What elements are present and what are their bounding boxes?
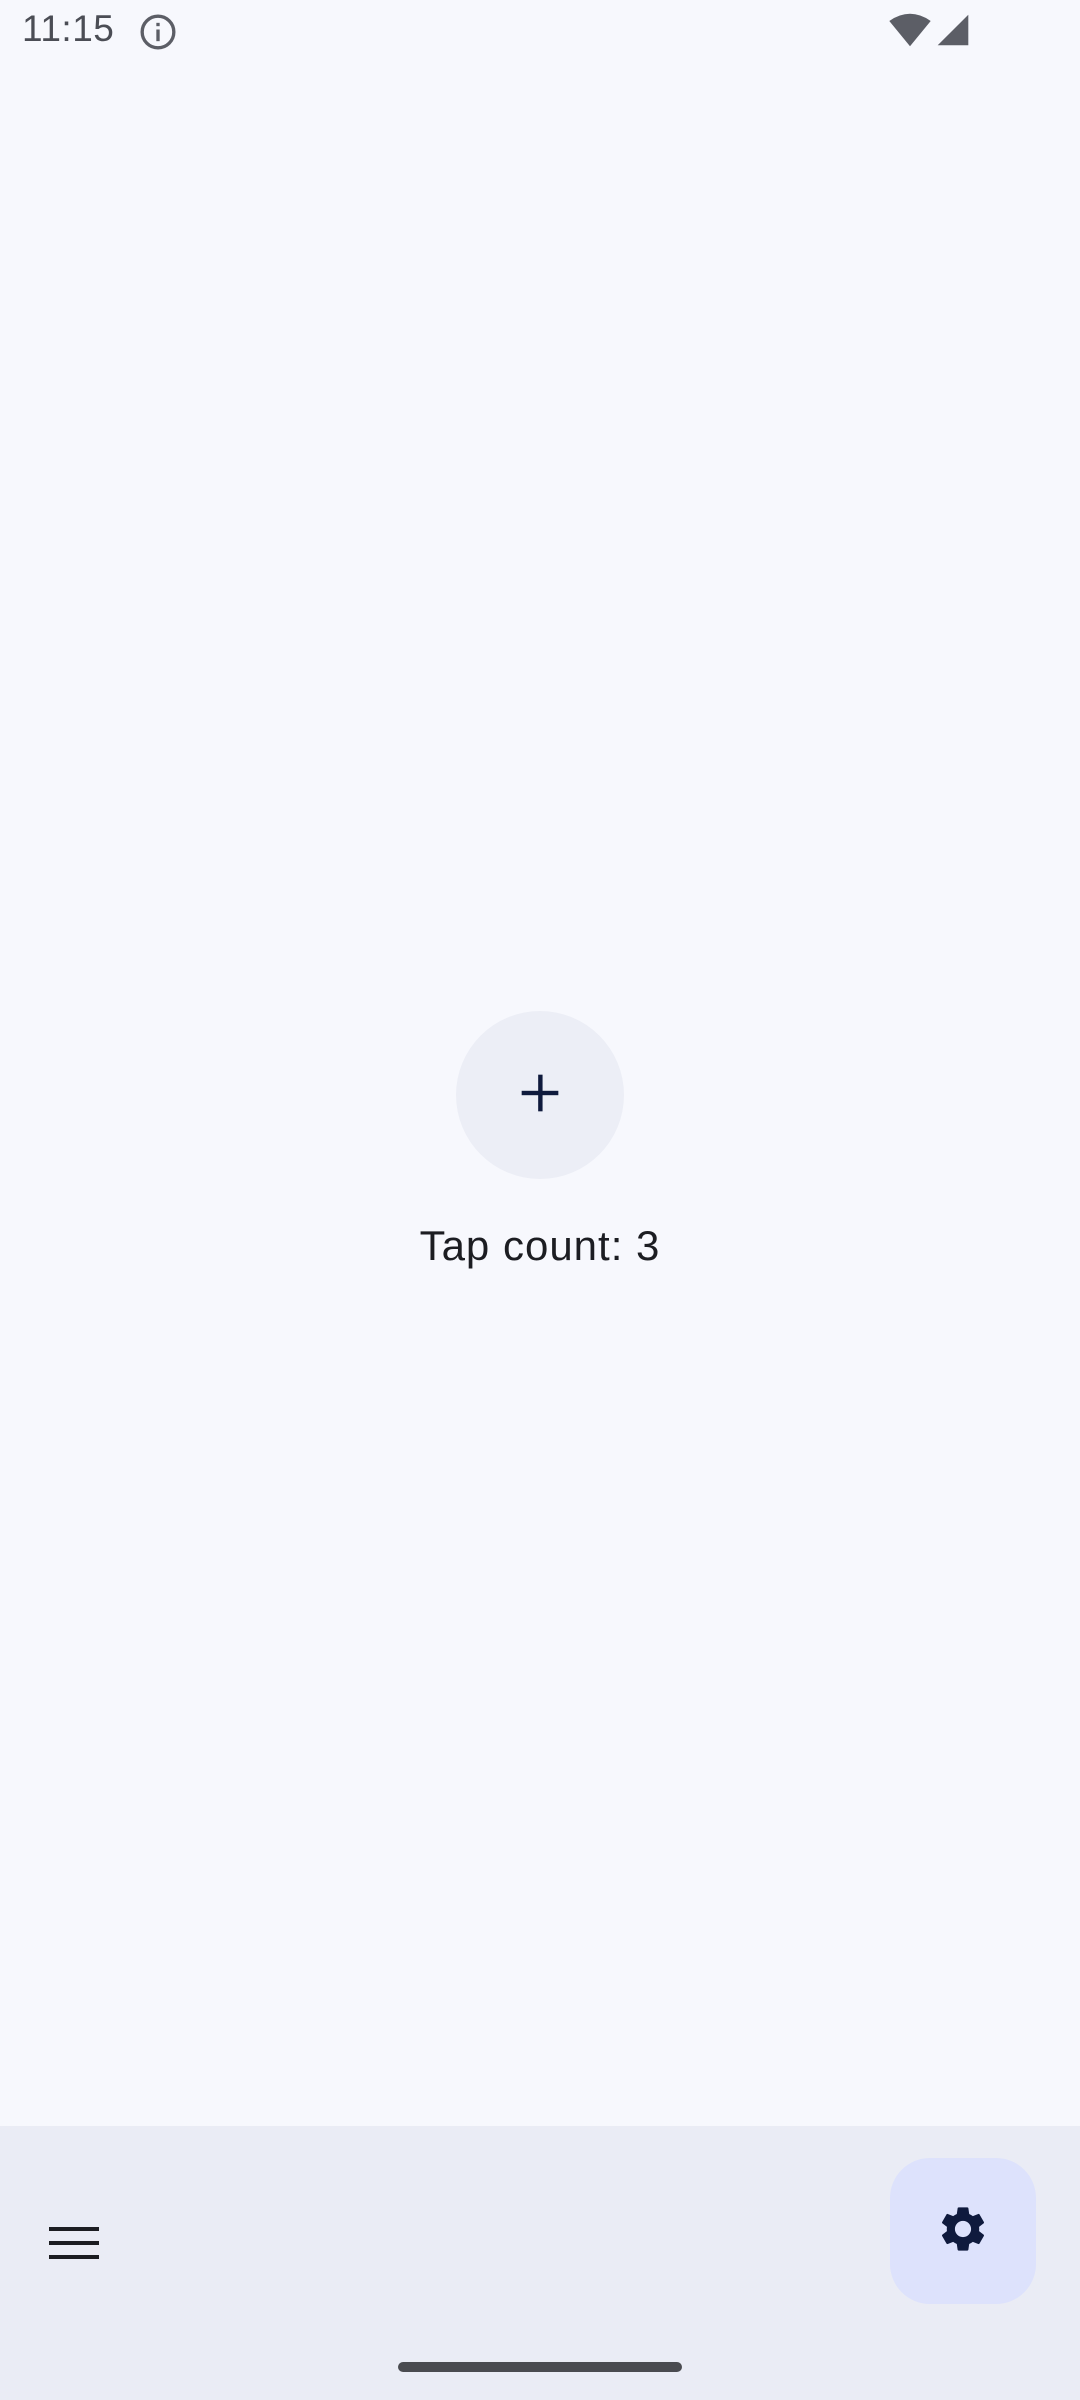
info-icon <box>138 12 178 52</box>
settings-button[interactable] <box>890 2158 1036 2304</box>
app-screen: 11:15 Tap count: 3 <box>0 0 1080 2400</box>
status-time: 11:15 <box>22 8 115 49</box>
gear-icon <box>936 2202 990 2261</box>
wifi-icon <box>888 12 932 48</box>
home-indicator[interactable] <box>398 2362 682 2372</box>
plus-icon <box>518 1071 562 1120</box>
signal-icon <box>936 12 970 48</box>
add-button[interactable] <box>456 1011 624 1179</box>
status-bar: 11:15 <box>0 0 1080 64</box>
tap-count-label: Tap count: 3 <box>419 1222 661 1269</box>
menu-icon <box>49 2225 99 2266</box>
bottom-app-bar <box>0 2126 1080 2400</box>
menu-button[interactable] <box>34 2220 114 2270</box>
